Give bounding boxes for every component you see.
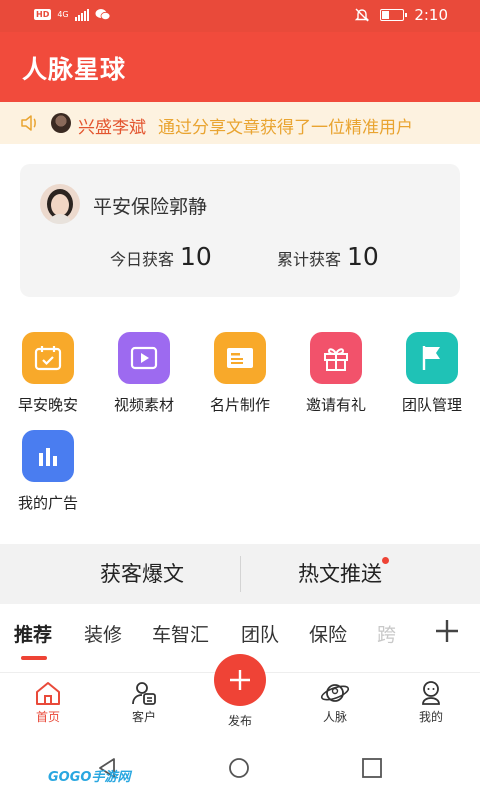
app-header: 人脉星球 — [0, 32, 480, 102]
flag-icon — [406, 332, 458, 384]
today-value: 10 — [180, 242, 212, 271]
nav-label: 我的 — [418, 710, 443, 724]
feature-video-material[interactable]: 视频素材 — [104, 332, 184, 415]
wechat-icon — [95, 9, 111, 21]
notice-message: 通过分享文章获得了一位精准用户 — [158, 118, 413, 138]
tab-decoration[interactable]: 装修 — [84, 620, 122, 647]
tab-recommend[interactable]: 推荐 — [14, 620, 52, 647]
planet-icon — [320, 684, 350, 702]
nav-label: 人脉 — [322, 710, 347, 724]
nav-me[interactable]: 我的 — [401, 680, 461, 725]
feature-label: 名片制作 — [209, 396, 270, 414]
notice-avatar — [51, 113, 71, 133]
total-stat: 累计获客 10 — [277, 242, 379, 271]
watermark-logo: GOGO手游网 — [48, 770, 131, 785]
battery-icon — [380, 9, 408, 21]
feature-business-card[interactable]: 名片制作 — [200, 332, 280, 415]
add-tab-icon[interactable] — [434, 618, 460, 644]
today-label: 今日获客 — [110, 250, 175, 269]
profile-icon — [422, 681, 440, 705]
feature-label: 团队管理 — [401, 396, 462, 414]
profile-card[interactable]: 平安保险郭静 今日获客 10 累计获客 10 — [20, 164, 460, 297]
home-icon — [36, 682, 60, 705]
feature-label: 邀请有礼 — [305, 396, 366, 414]
hd-indicator: HD — [34, 9, 52, 20]
feature-morning-evening[interactable]: 早安晚安 — [8, 332, 88, 415]
feature-label: 早安晚安 — [17, 396, 78, 414]
signal-icon — [74, 8, 89, 21]
tab-car[interactable]: 车智汇 — [152, 620, 209, 647]
avatar[interactable] — [40, 184, 80, 224]
total-label: 累计获客 — [277, 250, 342, 269]
recents-icon[interactable] — [361, 757, 383, 779]
today-stat: 今日获客 10 — [110, 242, 212, 271]
customer-icon — [132, 682, 156, 705]
video-play-icon — [118, 332, 170, 384]
app-title: 人脉星球 — [22, 55, 127, 84]
nav-label: 首页 — [35, 710, 60, 724]
calendar-icon — [22, 332, 74, 384]
notice-user-name: 兴盛李斌 — [78, 118, 146, 138]
total-value: 10 — [347, 242, 379, 271]
nav-label: 客户 — [131, 710, 156, 724]
status-bar: HD 4G 2:10 — [0, 0, 480, 32]
nav-customers[interactable]: 客户 — [114, 680, 174, 725]
bar-chart-icon — [22, 430, 74, 482]
home-circle-icon[interactable] — [228, 757, 250, 779]
publish-button[interactable] — [214, 654, 266, 706]
network-type: 4G — [57, 10, 69, 19]
notification-dot — [382, 557, 389, 564]
nav-home[interactable]: 首页 — [18, 680, 78, 725]
clock: 2:10 — [414, 6, 448, 24]
segment-hot-push[interactable]: 热文推送 — [220, 544, 460, 604]
gift-icon — [310, 332, 362, 384]
tab-cross[interactable]: 跨 — [377, 620, 396, 647]
plus-icon — [230, 670, 250, 690]
speaker-icon — [21, 115, 36, 131]
feature-invite-gift[interactable]: 邀请有礼 — [296, 332, 376, 415]
active-tab-indicator — [21, 656, 47, 660]
publish-label: 发布 — [227, 714, 252, 728]
tab-team[interactable]: 团队 — [241, 620, 279, 647]
feature-label: 我的广告 — [17, 494, 78, 512]
tab-insurance[interactable]: 保险 — [309, 620, 347, 647]
nav-network[interactable]: 人脉 — [305, 680, 365, 725]
notice-bar[interactable]: 兴盛李斌 通过分享文章获得了一位精准用户 — [0, 102, 480, 144]
user-name: 平安保险郭静 — [93, 196, 208, 218]
business-card-icon — [214, 332, 266, 384]
feature-team-management[interactable]: 团队管理 — [392, 332, 472, 415]
feature-label: 视频素材 — [113, 396, 174, 414]
mute-bell-icon — [355, 8, 370, 22]
feature-my-ads[interactable]: 我的广告 — [8, 430, 88, 513]
